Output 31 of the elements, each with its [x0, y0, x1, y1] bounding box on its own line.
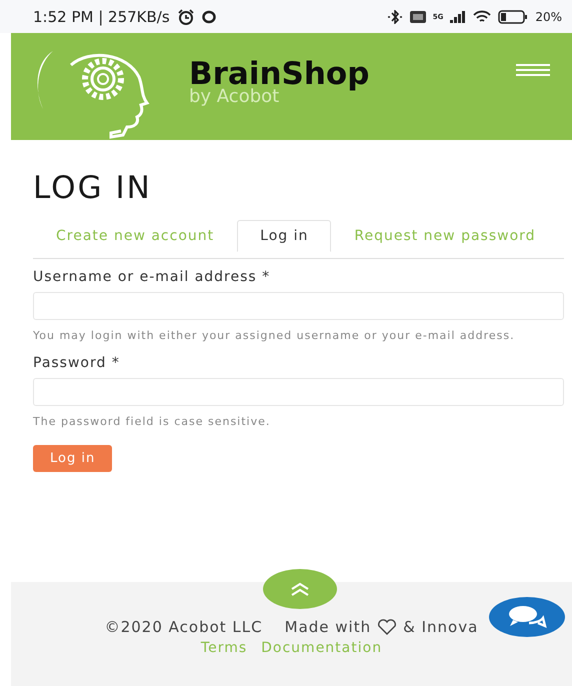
field-label: Password *	[33, 355, 121, 371]
tab[interactable]: Log in	[237, 220, 332, 252]
heart-icon	[377, 619, 398, 635]
made-with-tail: & Innova	[403, 618, 478, 636]
tab[interactable]: Request new password	[331, 220, 559, 252]
battery-icon	[498, 10, 528, 24]
signal-icon	[450, 10, 466, 22]
bluetooth-icon	[386, 10, 403, 24]
status-time: 1:52 PM | 257KB/s	[33, 8, 170, 26]
login-button[interactable]: Log in	[33, 445, 112, 472]
brand-tagline: by Acobot	[189, 88, 280, 106]
footer-link[interactable]: Terms	[200, 640, 248, 656]
double-chevron-up-icon	[290, 582, 310, 596]
wifi-icon	[473, 10, 492, 24]
tab[interactable]: Create new account	[33, 220, 238, 252]
chat-bubbles-icon	[507, 604, 547, 630]
field-description: The password field is case sensitive.	[33, 414, 272, 430]
brand-name: BrainShop	[189, 59, 370, 90]
field-label: Username or e-mail address *	[33, 269, 272, 285]
battery-level: 20%	[535, 10, 562, 24]
footer-link[interactable]: Documentation	[261, 640, 382, 656]
alarm-clock-icon	[176, 8, 195, 24]
copyright-text: ©2020 Acobot LLC	[104, 618, 263, 636]
made-with-text: Made with	[284, 618, 372, 636]
input-field[interactable]	[33, 292, 564, 320]
page-title: LOG IN	[33, 170, 153, 206]
menu-icon	[516, 63, 550, 77]
input-field[interactable]	[33, 378, 564, 406]
field-description: You may login with either your assigned username or your e-mail address.	[33, 328, 516, 344]
ring-icon	[202, 10, 216, 24]
card-icon	[410, 10, 426, 22]
